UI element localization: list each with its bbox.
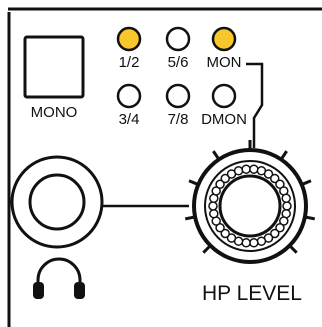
indicator-led xyxy=(116,83,142,109)
knob-grip-bump xyxy=(209,208,219,219)
indicator-label: MON xyxy=(207,54,242,71)
panel-drawing: MONO 1/2 5/6 MON 3/4 7/8 DMON HP LEVEL xyxy=(7,7,322,327)
knob-grip-bump xyxy=(208,201,218,211)
indicator-7-8: 7/8 xyxy=(165,83,191,128)
knob-grip-bump xyxy=(281,193,291,204)
indicator-5-6: 5/6 xyxy=(165,26,191,71)
indicator-led xyxy=(116,26,142,52)
knob-grip-bump xyxy=(241,164,251,174)
indicator-label: 3/4 xyxy=(119,111,140,128)
knob-grip-bump xyxy=(241,238,251,248)
indicator-mon: MON xyxy=(207,26,242,71)
indicator-led xyxy=(211,26,237,52)
mono-button-label: MONO xyxy=(31,104,78,121)
headphone-jack[interactable] xyxy=(10,155,104,249)
knob-grip-bump xyxy=(249,164,259,174)
headphones-icon xyxy=(33,257,85,299)
indicator-1-2: 1/2 xyxy=(116,26,142,71)
knob-grip-bump xyxy=(233,166,244,176)
indicator-led xyxy=(165,26,191,52)
knob-grip-bump xyxy=(249,238,259,248)
indicator-dmon: DMON xyxy=(201,83,247,128)
knob-grip-bump xyxy=(282,201,292,211)
headphone-monitor-panel: MONO 1/2 5/6 MON 3/4 7/8 DMON HP LEVEL xyxy=(0,0,322,327)
indicator-3-4: 3/4 xyxy=(116,83,142,128)
mon-leader-line xyxy=(246,62,264,148)
mono-button[interactable] xyxy=(23,35,85,99)
indicator-led xyxy=(165,83,191,109)
indicator-label: 1/2 xyxy=(119,54,140,71)
hp-level-knob[interactable] xyxy=(184,140,316,264)
hp-level-label: HP LEVEL xyxy=(202,282,302,305)
indicator-label: 7/8 xyxy=(168,111,189,128)
indicator-led xyxy=(211,83,237,109)
indicator-label: 5/6 xyxy=(168,54,189,71)
knob-grip-bump xyxy=(256,236,267,246)
indicator-label: DMON xyxy=(201,111,247,128)
